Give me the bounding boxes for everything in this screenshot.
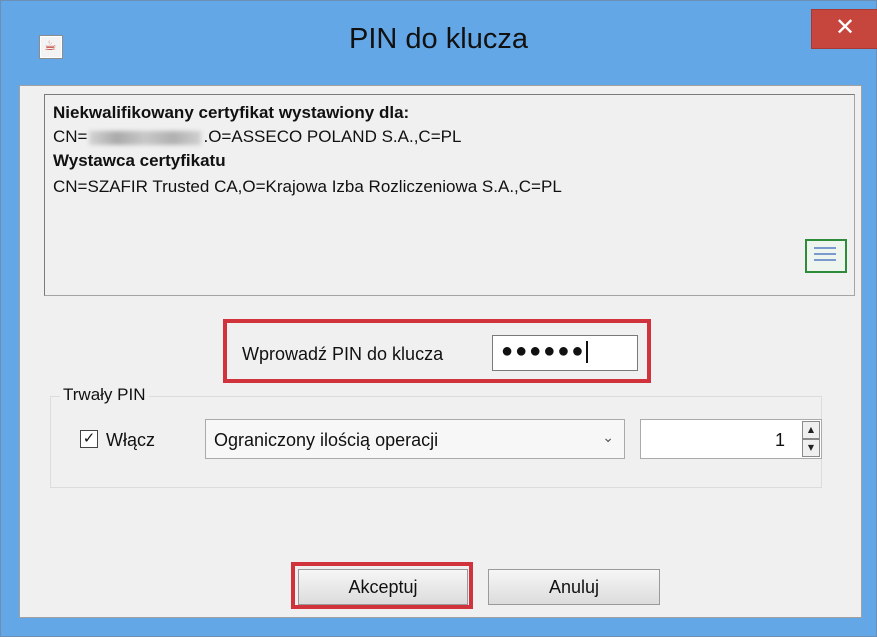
pin-mode-value: Ograniczony ilością operacji (214, 430, 439, 450)
certificate-icon[interactable] (805, 239, 847, 273)
holder-value: CN= .O=ASSECO POLAND S.A.,C=PL (53, 127, 461, 147)
holder-rest: .O=ASSECO POLAND S.A.,C=PL (203, 127, 462, 146)
operation-count-spinner[interactable]: 1 ▲ ▼ (640, 419, 822, 459)
pin-masked-value: ●●●●●● (501, 340, 586, 362)
window-title: PIN do klucza (349, 23, 528, 55)
chevron-down-icon[interactable]: ⌄ (602, 430, 614, 446)
issuer-heading: Wystawca certyfikatu (53, 151, 226, 170)
blurred-name (89, 130, 202, 145)
text-caret (586, 340, 589, 363)
enable-checkbox[interactable]: ✓ (80, 430, 98, 448)
persistent-pin-legend: Trwały PIN (60, 385, 149, 405)
close-button[interactable]: ✕ (811, 9, 877, 49)
pin-dialog-window: ☕ PIN do klucza ✕ Niekwalifikowany certy… (0, 0, 877, 637)
certificate-info-panel: Niekwalifikowany certyfikat wystawiony d… (44, 94, 855, 296)
enable-label[interactable]: Włącz (106, 430, 155, 451)
pin-mode-select[interactable]: Ograniczony ilością operacji ⌄ (205, 419, 625, 459)
holder-cn-prefix: CN= (53, 127, 88, 146)
dialog-body: Niekwalifikowany certyfikat wystawiony d… (19, 85, 862, 618)
accept-button[interactable]: Akceptuj (298, 569, 468, 605)
pin-label: Wprowadź PIN do klucza (242, 344, 444, 364)
title-bar[interactable]: ☕ PIN do klucza ✕ (1, 1, 877, 85)
spin-down-icon[interactable]: ▼ (802, 439, 820, 457)
holder-heading: Niekwalifikowany certyfikat wystawiony d… (53, 103, 410, 122)
issuer-value: CN=SZAFIR Trusted CA,O=Krajowa Izba Rozl… (53, 177, 562, 196)
spin-up-icon[interactable]: ▲ (802, 421, 820, 439)
operation-count-value: 1 (774, 430, 785, 450)
cancel-button[interactable]: Anuluj (488, 569, 660, 605)
pin-input[interactable]: ●●●●●● (492, 335, 638, 371)
